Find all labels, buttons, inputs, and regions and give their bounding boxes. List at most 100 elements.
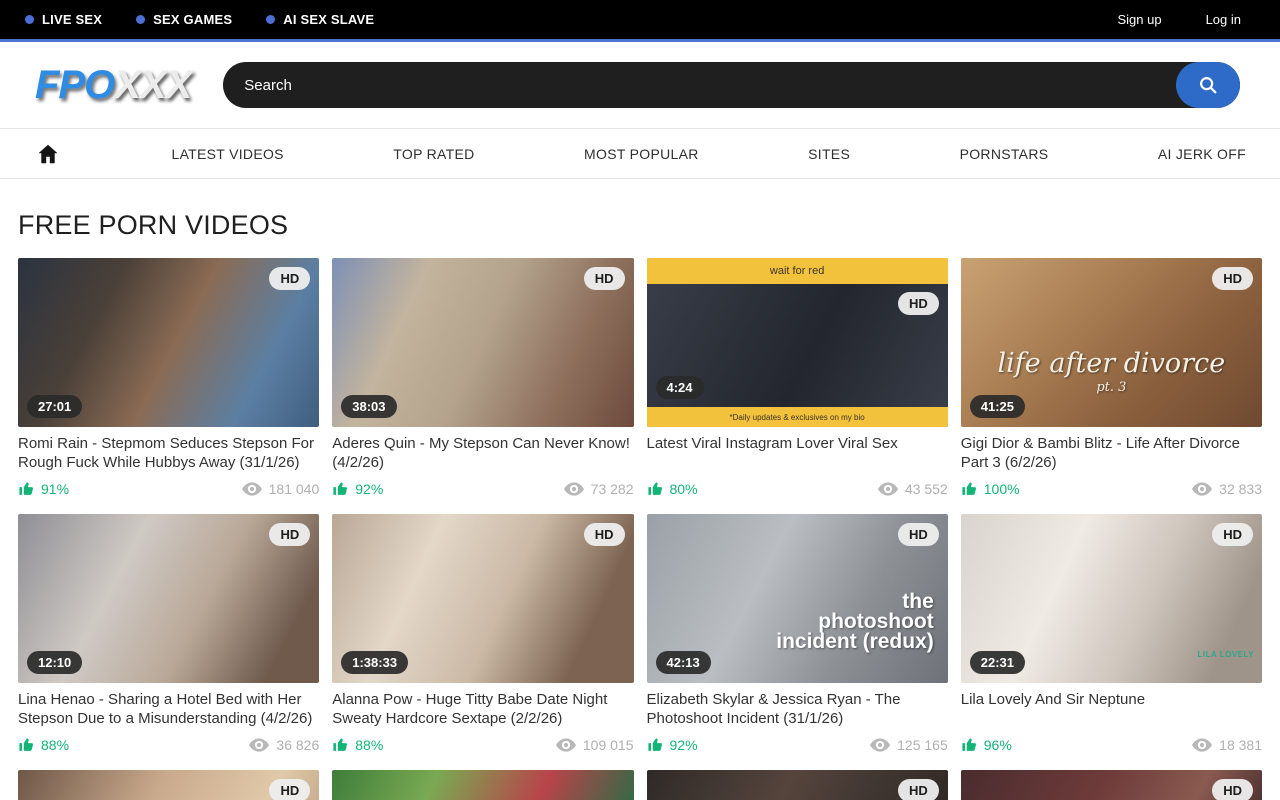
video-thumbnail[interactable]: HD 1:38:33: [332, 514, 633, 683]
video-thumbnail[interactable]: HD: [18, 770, 319, 800]
view-count: 43 552: [905, 481, 948, 497]
view-count: 36 826: [276, 737, 319, 753]
video-thumbnail[interactable]: the photoshoot incident (redux) HD 42:13: [647, 514, 948, 683]
video-title[interactable]: Latest Viral Instagram Lover Viral Sex: [647, 435, 948, 473]
video-card[interactable]: HD 38:03 Aderes Quin - My Stepson Can Ne…: [332, 258, 633, 501]
video-title[interactable]: Alanna Pow - Huge Titty Babe Date Night …: [332, 691, 633, 729]
nav-item-sites[interactable]: SITES: [798, 130, 860, 178]
login-link[interactable]: Log in: [1206, 12, 1241, 27]
video-thumbnail[interactable]: HD 27:01: [18, 258, 319, 427]
thumbnail-overlay-title: life after divorce pt. 3: [961, 350, 1262, 394]
likes: 88%: [18, 736, 69, 753]
video-card[interactable]: HD 27:01 Romi Rain - Stepmom Seduces Ste…: [18, 258, 319, 501]
nav-item-top-rated[interactable]: TOP RATED: [383, 130, 484, 178]
view-count: 109 015: [583, 737, 634, 753]
bullet-icon: [25, 15, 34, 24]
views: 73 282: [564, 481, 634, 497]
thumbs-up-icon: [961, 736, 978, 753]
eye-icon: [1192, 738, 1212, 752]
views: 109 015: [556, 737, 634, 753]
video-thumbnail[interactable]: LILA LOVELY HD 22:31: [961, 514, 1262, 683]
like-percentage: 88%: [355, 737, 383, 753]
view-count: 32 833: [1219, 481, 1262, 497]
video-card[interactable]: wait for red *Daily updates & exclusives…: [647, 258, 948, 501]
topbar-link-sex-games[interactable]: SEX GAMES: [136, 12, 232, 27]
search-button[interactable]: [1176, 62, 1240, 108]
nav-item-latest-videos[interactable]: LATEST VIDEOS: [161, 130, 293, 178]
video-stats: 96% 18 381: [961, 736, 1262, 757]
site-logo[interactable]: FPOXXX: [35, 63, 191, 108]
views: 125 165: [870, 737, 948, 753]
video-card[interactable]: the photoshoot incident (redux) HD 42:13…: [647, 514, 948, 757]
video-title[interactable]: Aderes Quin - My Stepson Can Never Know!…: [332, 435, 633, 473]
video-card[interactable]: HD 12:10 Lina Henao - Sharing a Hotel Be…: [18, 514, 319, 757]
view-count: 18 381: [1219, 737, 1262, 753]
thumbs-up-icon: [647, 480, 664, 497]
topbar-link-live-sex[interactable]: LIVE SEX: [25, 12, 102, 27]
thumbs-up-icon: [647, 736, 664, 753]
topbar-link-label: LIVE SEX: [42, 12, 102, 27]
thumbnail-watermark: LILA LOVELY: [1198, 650, 1254, 659]
video-thumbnail[interactable]: HD: [647, 770, 948, 800]
like-percentage: 100%: [984, 481, 1020, 497]
video-card[interactable]: life after divorce pt. 3 HD 41:25 Gigi D…: [961, 258, 1262, 501]
likes: 96%: [961, 736, 1012, 753]
view-count: 181 040: [269, 481, 320, 497]
duration-badge: 1:38:33: [341, 651, 408, 674]
video-title[interactable]: Elizabeth Skylar & Jessica Ryan - The Ph…: [647, 691, 948, 729]
eye-icon: [249, 738, 269, 752]
likes: 92%: [332, 480, 383, 497]
likes: 100%: [961, 480, 1020, 497]
topbar-links: LIVE SEX SEX GAMES AI SEX SLAVE: [25, 12, 374, 27]
video-thumbnail[interactable]: [332, 770, 633, 800]
video-card[interactable]: [332, 770, 633, 800]
search-bar: [223, 62, 1240, 108]
like-percentage: 92%: [355, 481, 383, 497]
video-title[interactable]: Lila Lovely And Sir Neptune: [961, 691, 1262, 729]
duration-badge: 38:03: [341, 395, 396, 418]
video-thumbnail[interactable]: HD 38:03: [332, 258, 633, 427]
video-stats: 80% 43 552: [647, 480, 948, 501]
video-thumbnail[interactable]: HD: [961, 770, 1262, 800]
view-count: 125 165: [897, 737, 948, 753]
nav-item-pornstars[interactable]: PORNSTARS: [950, 130, 1059, 178]
eye-icon: [878, 482, 898, 496]
video-card[interactable]: HD 1:38:33 Alanna Pow - Huge Titty Babe …: [332, 514, 633, 757]
video-thumbnail[interactable]: life after divorce pt. 3 HD 41:25: [961, 258, 1262, 427]
topbar-link-label: SEX GAMES: [153, 12, 232, 27]
topbar-link-ai-sex-slave[interactable]: AI SEX SLAVE: [266, 12, 374, 27]
page-title: FREE PORN VIDEOS: [18, 210, 1262, 241]
video-thumbnail[interactable]: wait for red *Daily updates & exclusives…: [647, 258, 948, 427]
video-grid: HD 27:01 Romi Rain - Stepmom Seduces Ste…: [18, 258, 1262, 800]
duration-badge: 27:01: [27, 395, 82, 418]
video-title[interactable]: Lina Henao - Sharing a Hotel Bed with He…: [18, 691, 319, 729]
video-thumbnail[interactable]: HD 12:10: [18, 514, 319, 683]
header: FPOXXX: [0, 42, 1280, 128]
search-icon: [1197, 74, 1219, 96]
likes: 80%: [647, 480, 698, 497]
video-title[interactable]: Gigi Dior & Bambi Blitz - Life After Div…: [961, 435, 1262, 473]
video-card[interactable]: HD: [647, 770, 948, 800]
like-percentage: 96%: [984, 737, 1012, 753]
hd-badge: HD: [269, 523, 310, 546]
thumbs-up-icon: [18, 480, 35, 497]
topbar-link-label: AI SEX SLAVE: [283, 12, 374, 27]
video-card[interactable]: HD: [961, 770, 1262, 800]
video-title[interactable]: Romi Rain - Stepmom Seduces Stepson For …: [18, 435, 319, 473]
video-card[interactable]: LILA LOVELY HD 22:31 Lila Lovely And Sir…: [961, 514, 1262, 757]
nav-item-ai-jerk-off[interactable]: AI JERK OFF: [1148, 130, 1256, 178]
video-card[interactable]: HD: [18, 770, 319, 800]
video-stats: 100% 32 833: [961, 480, 1262, 501]
signup-link[interactable]: Sign up: [1117, 12, 1161, 27]
nav-home-button[interactable]: [24, 142, 72, 166]
eye-icon: [556, 738, 576, 752]
duration-badge: 12:10: [27, 651, 82, 674]
views: 36 826: [249, 737, 319, 753]
likes: 92%: [647, 736, 698, 753]
hd-badge: HD: [1212, 523, 1253, 546]
search-input[interactable]: [223, 62, 1240, 108]
eye-icon: [564, 482, 584, 496]
nav-item-most-popular[interactable]: MOST POPULAR: [574, 130, 709, 178]
video-stats: 92% 125 165: [647, 736, 948, 757]
like-percentage: 91%: [41, 481, 69, 497]
